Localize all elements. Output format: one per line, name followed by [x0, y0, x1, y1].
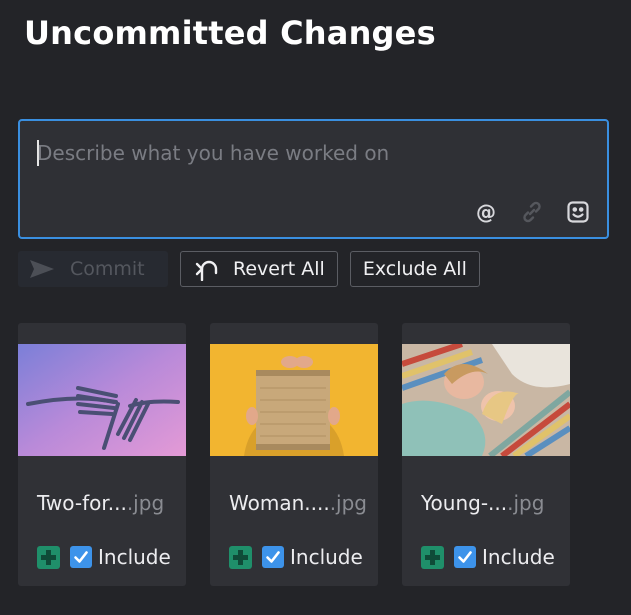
link-icon[interactable]	[519, 199, 545, 225]
file-name-base: Woman....	[229, 491, 330, 515]
include-checkbox[interactable]	[70, 546, 92, 568]
file-card-footer: Include	[37, 545, 171, 569]
undo-icon	[195, 260, 218, 281]
file-extension: .jpg	[126, 491, 165, 515]
commit-label: Commit	[70, 258, 145, 280]
emoji-icon[interactable]	[565, 199, 591, 225]
added-icon	[37, 545, 60, 569]
file-card[interactable]: Young-....jpg Include	[402, 323, 570, 586]
include-label: Include	[482, 545, 555, 569]
file-extension: .jpg	[507, 491, 545, 515]
commit-button[interactable]: Commit	[18, 251, 168, 287]
file-name: Young-....jpg	[421, 491, 544, 515]
include-checkbox[interactable]	[262, 546, 284, 568]
checkmark-icon	[458, 551, 472, 563]
exclude-all-label: Exclude All	[362, 258, 467, 280]
action-bar: Commit Revert All Exclude All	[18, 251, 480, 287]
file-name-base: Two-for...	[37, 491, 127, 515]
checkmark-icon	[266, 551, 280, 563]
file-name-base: Young-...	[421, 491, 508, 515]
commit-message-placeholder: Describe what you have worked on	[37, 141, 390, 165]
file-name: Woman.....jpg	[229, 491, 367, 515]
commit-message-input[interactable]: Describe what you have worked on @	[18, 119, 609, 239]
file-card-footer: Include	[229, 545, 363, 569]
file-thumbnail	[402, 344, 570, 456]
send-icon	[30, 260, 54, 278]
revert-all-button[interactable]: Revert All	[180, 251, 338, 287]
include-label: Include	[290, 545, 363, 569]
changed-files-list: Two-for....jpg Include Woman.....jpg Inc…	[18, 323, 570, 586]
file-extension: .jpg	[329, 491, 367, 515]
file-card[interactable]: Two-for....jpg Include	[18, 323, 186, 586]
file-name: Two-for....jpg	[37, 491, 164, 515]
file-card[interactable]: Woman.....jpg Include	[210, 323, 378, 586]
file-thumbnail	[18, 344, 186, 456]
at-mention-icon[interactable]: @	[473, 199, 499, 225]
revert-all-label: Revert All	[233, 258, 325, 280]
include-label: Include	[98, 545, 171, 569]
added-icon	[229, 545, 252, 569]
page-title: Uncommitted Changes	[24, 14, 436, 52]
include-checkbox[interactable]	[454, 546, 476, 568]
commit-box-toolbar: @	[473, 199, 591, 225]
at-mention-symbol: @	[476, 200, 496, 224]
file-card-footer: Include	[421, 545, 555, 569]
exclude-all-button[interactable]: Exclude All	[349, 251, 480, 287]
file-thumbnail	[210, 344, 378, 456]
added-icon	[421, 545, 444, 569]
checkmark-icon	[74, 551, 88, 563]
